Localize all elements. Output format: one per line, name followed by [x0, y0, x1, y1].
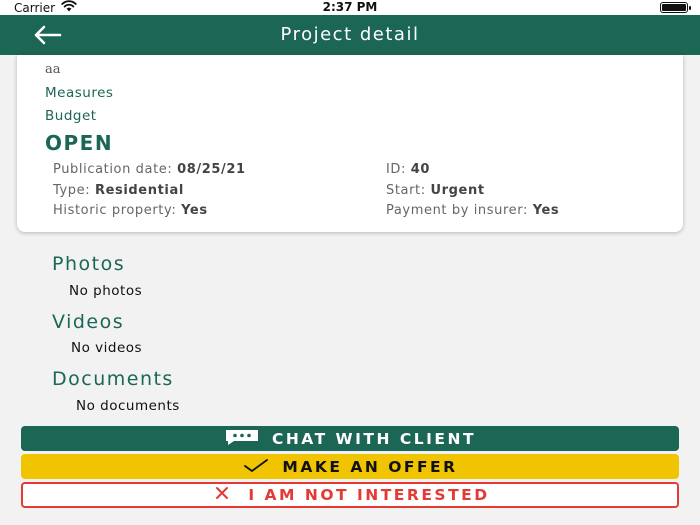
videos-section-title: Videos — [52, 311, 125, 333]
chat-with-client-button[interactable]: CHAT WITH CLIENT — [21, 426, 679, 451]
project-start: Start: Urgent — [386, 183, 485, 198]
project-id-value: 40 — [410, 162, 431, 177]
budget-link[interactable]: Budget — [45, 108, 97, 124]
chat-with-client-label: CHAT WITH CLIENT — [271, 429, 477, 448]
battery-icon — [660, 2, 691, 13]
payment-by-insurer-label: Payment by insurer: — [386, 203, 528, 218]
publication-date: Publication date: 08/25/21 — [53, 162, 246, 177]
page-title: Project detail — [280, 24, 420, 45]
project-start-label: Start: — [386, 183, 426, 198]
project-description: aa — [45, 62, 61, 77]
historic-property-value: Yes — [181, 203, 208, 218]
photos-section-title: Photos — [52, 253, 126, 275]
close-icon — [210, 485, 236, 505]
payment-by-insurer: Payment by insurer: Yes — [386, 203, 559, 218]
photos-empty-text: No photos — [69, 283, 143, 299]
documents-empty-text: No documents — [76, 398, 180, 414]
project-type-label: Type: — [53, 183, 91, 198]
make-an-offer-label: MAKE AN OFFER — [282, 457, 458, 476]
historic-property-label: Historic property: — [53, 203, 177, 218]
project-type: Type: Residential — [53, 183, 184, 198]
project-id: ID: 40 — [386, 162, 430, 177]
project-status: OPEN — [45, 131, 114, 155]
not-interested-button[interactable]: I AM NOT INTERESTED — [21, 482, 679, 508]
check-icon — [242, 457, 270, 477]
videos-empty-text: No videos — [71, 340, 143, 356]
status-bar: Carrier 2:37 PM — [0, 0, 700, 15]
publication-date-label: Publication date: — [53, 162, 173, 177]
app-bar: Project detail — [0, 15, 700, 55]
payment-by-insurer-value: Yes — [532, 203, 560, 218]
measures-link[interactable]: Measures — [45, 85, 113, 101]
publication-date-value: 08/25/21 — [177, 162, 246, 177]
project-start-value: Urgent — [430, 183, 485, 198]
project-card: aa Measures Budget OPEN Publication date… — [17, 55, 683, 232]
chat-bubble-icon — [224, 428, 260, 450]
not-interested-label: I AM NOT INTERESTED — [248, 486, 490, 504]
project-id-label: ID: — [386, 162, 407, 177]
historic-property: Historic property: Yes — [53, 203, 208, 218]
status-time: 2:37 PM — [322, 0, 378, 14]
make-an-offer-button[interactable]: MAKE AN OFFER — [21, 454, 679, 479]
documents-section-title: Documents — [52, 368, 174, 390]
project-type-value: Residential — [94, 183, 184, 198]
